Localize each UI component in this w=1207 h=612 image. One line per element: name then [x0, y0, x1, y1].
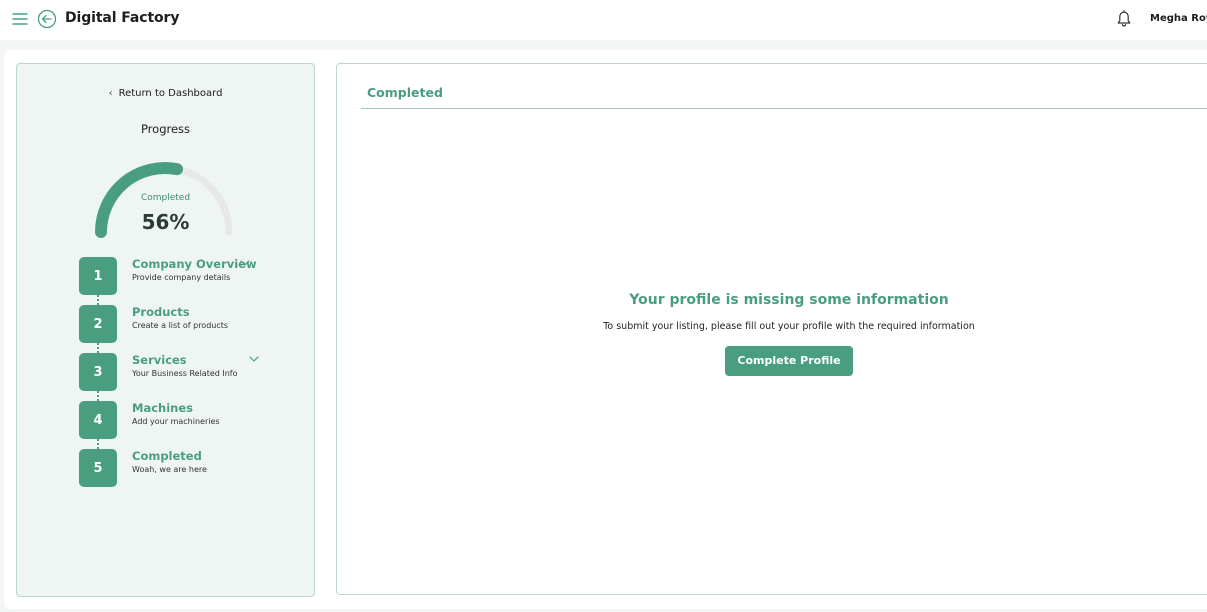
chevron-down-icon[interactable] — [240, 259, 250, 267]
step-number-badge: 5 — [79, 449, 117, 487]
back-circle-icon[interactable] — [37, 9, 57, 29]
empty-state: Your profile is missing some information… — [557, 292, 1021, 376]
step-number-badge: 3 — [79, 353, 117, 391]
step-subtitle: Create a list of products — [132, 321, 229, 330]
step-machines[interactable]: 4 Machines Add your machineries — [79, 401, 269, 439]
step-connector — [97, 295, 99, 305]
user-name[interactable]: Megha Roy — [1150, 13, 1207, 24]
step-connector — [97, 439, 99, 449]
bell-icon[interactable] — [1116, 10, 1132, 28]
step-completed[interactable]: 5 Completed Woah, we are here — [79, 449, 269, 487]
step-title: Machines — [132, 401, 193, 415]
gauge-percent: 56% — [141, 210, 190, 234]
app-title: Digital Factory — [65, 10, 180, 26]
section-divider — [361, 108, 1207, 109]
step-subtitle: Provide company details — [132, 273, 231, 282]
step-title: Company Overview — [132, 257, 257, 271]
section-title: Completed — [367, 85, 443, 100]
step-title: Products — [132, 305, 190, 319]
empty-state-message: To submit your listing, please fill out … — [603, 321, 975, 332]
step-number-badge: 4 — [79, 401, 117, 439]
empty-state-heading: Your profile is missing some information — [629, 292, 949, 308]
step-subtitle: Add your machineries — [132, 417, 220, 426]
step-title: Completed — [132, 449, 202, 463]
return-to-dashboard-link[interactable]: ‹ Return to Dashboard — [17, 88, 314, 99]
step-connector — [97, 343, 99, 353]
step-connector — [97, 391, 99, 401]
top-bar: Digital Factory Megha Roy — [0, 0, 1207, 40]
return-to-dashboard-label: Return to Dashboard — [118, 88, 223, 99]
chevron-down-icon[interactable] — [249, 355, 259, 363]
hamburger-menu-icon[interactable] — [12, 11, 28, 27]
step-services[interactable]: 3 Services Your Business Related Info — [79, 353, 269, 391]
step-subtitle: Your Business Related Info — [132, 369, 238, 378]
step-products[interactable]: 2 Products Create a list of products — [79, 305, 269, 343]
step-company-overview[interactable]: 1 Company Overview Provide company detai… — [79, 257, 269, 295]
complete-profile-button[interactable]: Complete Profile — [725, 346, 853, 376]
content-panel: Completed Your profile is missing some i… — [336, 63, 1207, 595]
gauge-label: Completed — [140, 193, 191, 203]
progress-title: Progress — [140, 122, 191, 136]
progress-sidebar: ‹ Return to Dashboard Progress Completed … — [16, 63, 315, 597]
step-number-badge: 2 — [79, 305, 117, 343]
step-number-badge: 1 — [79, 257, 117, 295]
step-subtitle: Woah, we are here — [132, 465, 207, 474]
step-title: Services — [132, 353, 187, 367]
chevron-left-icon: ‹ — [108, 88, 113, 99]
